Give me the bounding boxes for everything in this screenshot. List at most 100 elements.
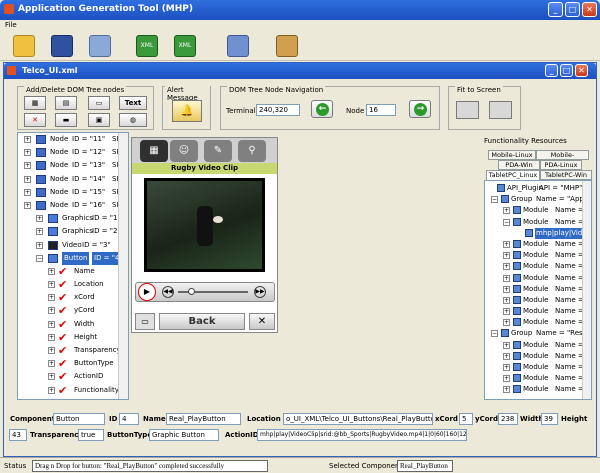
resource-item[interactable]: +ModuleName = "Set" — [485, 351, 591, 362]
resource-item[interactable]: −GroupName = "Application" — [485, 194, 591, 205]
expand-icon[interactable]: − — [503, 218, 510, 226]
forward-icon[interactable]: ▶▶ — [254, 286, 266, 298]
person-icon[interactable]: ☺ — [170, 140, 198, 162]
add-text-button[interactable]: Text — [119, 96, 147, 110]
edit-icon[interactable]: ✎ — [204, 140, 232, 162]
tab-tabletpc-linux[interactable]: TabletPC_Linux — [486, 170, 540, 180]
delete-icon[interactable]: ✕ — [24, 113, 46, 127]
expand-icon[interactable]: + — [48, 373, 55, 381]
expand-icon[interactable]: + — [503, 296, 510, 304]
resource-item[interactable]: +ModuleName = "Audio" — [485, 317, 591, 328]
resource-item[interactable]: +ModuleName = "Stop" — [485, 273, 591, 284]
expand-icon[interactable]: + — [503, 252, 510, 260]
tree-node[interactable]: +NodeID = "11"SRC — [18, 133, 128, 146]
add-bar-button[interactable]: ▬ — [55, 113, 77, 127]
tree-node[interactable]: + Graphics ID = "2" — [18, 225, 128, 238]
open-folder-icon[interactable] — [13, 35, 35, 57]
prev-node-button[interactable]: ← — [311, 100, 333, 118]
expand-icon[interactable]: + — [36, 228, 43, 236]
grid-app-icon[interactable]: ▦ — [140, 140, 168, 162]
rewind-icon[interactable]: ◀◀ — [162, 286, 174, 298]
expand-icon[interactable]: + — [48, 267, 55, 275]
id-field[interactable]: 4 — [119, 413, 139, 425]
tree-attribute[interactable]: + ✔ Functionality — [18, 384, 128, 397]
expand-icon[interactable]: + — [48, 386, 55, 394]
tree-attribute[interactable]: + ✔ ActionID — [18, 370, 128, 383]
add-plugin-button[interactable]: ◍ — [119, 113, 147, 127]
tree-node[interactable]: − Button ID = "4" — [18, 251, 128, 265]
expand-icon[interactable]: − — [491, 196, 498, 204]
expand-icon[interactable]: + — [36, 215, 43, 223]
expand-icon[interactable]: + — [24, 162, 31, 170]
resource-item[interactable]: API_Plugin API = "MHP" — [485, 183, 591, 194]
expand-icon[interactable]: − — [491, 330, 498, 338]
expand-icon[interactable]: + — [503, 341, 510, 349]
location-field[interactable]: o_UI_XML\Telco_UI_Buttons\Real_PlayButto… — [283, 413, 433, 425]
add-button-button[interactable]: ▭ — [88, 96, 110, 110]
fit-screen-button-2[interactable] — [489, 101, 512, 119]
terminal-field[interactable]: 240,320 — [256, 104, 300, 116]
buttontype-field[interactable]: Graphic Button — [149, 429, 219, 441]
expand-icon[interactable]: − — [36, 254, 43, 262]
xml-export-icon[interactable]: XML — [136, 35, 158, 57]
dom-tree-scrollbar[interactable] — [118, 133, 128, 399]
tab-pda-win[interactable]: PDA-Win — [498, 160, 540, 170]
tree-node[interactable]: + Graphics ID = "1" — [18, 212, 128, 225]
play-button[interactable]: ▶ — [138, 283, 156, 301]
back-button[interactable]: Back — [159, 313, 245, 330]
tree-node[interactable]: + Video ID = "3" — [18, 239, 128, 252]
tree-attribute[interactable]: + ✔ Transparency — [18, 344, 128, 357]
doc-maximize-button[interactable]: □ — [560, 64, 573, 77]
tree-attribute[interactable]: + ✔ Height — [18, 331, 128, 344]
resource-item[interactable]: +ModuleName = "Launch" — [485, 295, 591, 306]
expand-icon[interactable]: + — [503, 274, 510, 282]
transparency-field[interactable]: true — [78, 429, 104, 441]
resource-item[interactable]: −GroupName = "Resident" — [485, 328, 591, 339]
tree-node[interactable]: +NodeID = "13"SRC — [18, 159, 128, 172]
menu-icon[interactable]: ▭ — [135, 313, 155, 330]
resource-item[interactable]: +ModuleName = "Show" — [485, 239, 591, 250]
tree-attribute[interactable]: + ✔ ButtonType — [18, 357, 128, 370]
expand-icon[interactable]: + — [36, 241, 43, 249]
expand-icon[interactable]: + — [503, 308, 510, 316]
expand-icon[interactable]: + — [48, 333, 55, 341]
next-node-button[interactable]: → — [409, 100, 431, 118]
tab-mobile-linux[interactable]: Mobile-Linux — [488, 150, 536, 160]
node-field[interactable]: 16 — [366, 104, 396, 116]
expand-icon[interactable]: + — [503, 364, 510, 371]
alert-bell-icon[interactable]: 🔔 — [172, 100, 202, 122]
expand-icon[interactable]: + — [48, 307, 55, 315]
height-field[interactable]: 43 — [9, 429, 27, 441]
expand-icon[interactable]: + — [24, 149, 31, 157]
maximize-button[interactable]: □ — [565, 2, 580, 17]
resource-item[interactable]: +ModuleName = "Pro" — [485, 362, 591, 373]
resource-item[interactable]: mhp|play|VideoClip — [485, 227, 591, 239]
expand-icon[interactable]: + — [503, 319, 510, 327]
resource-item[interactable]: +ModuleName = "Ar" — [485, 384, 591, 395]
expand-icon[interactable]: + — [48, 320, 55, 328]
tab-mobile-symbian[interactable]: Mobile-Symbian — [536, 150, 589, 168]
tree-node[interactable]: +NodeID = "16"SRC — [18, 199, 128, 212]
resource-item[interactable]: −ModuleName = "Play" — [485, 217, 591, 228]
resource-item[interactable]: +ModuleName = "TV" — [485, 340, 591, 351]
tree-attribute[interactable]: + ✔ Name — [18, 265, 128, 278]
tab-tabletpc-win[interactable]: TabletPC-Win — [540, 170, 592, 180]
expand-icon[interactable]: + — [48, 294, 55, 302]
tab-pda-linux[interactable]: PDA-Linux — [540, 160, 582, 170]
resources-scrollbar[interactable] — [582, 181, 591, 399]
tree-node[interactable]: +NodeID = "12"SRC — [18, 146, 128, 159]
menu-file[interactable]: File — [5, 21, 17, 29]
add-graphics-button[interactable]: ▤ — [55, 96, 77, 110]
expand-icon[interactable]: + — [503, 263, 510, 271]
expand-icon[interactable]: + — [48, 347, 55, 354]
expand-icon[interactable]: + — [503, 240, 510, 248]
xml-import-icon[interactable]: XML — [174, 35, 196, 57]
xcord-field[interactable]: 5 — [459, 413, 473, 425]
close-button[interactable]: ✕ — [582, 2, 597, 17]
actionid-field[interactable]: mhp|play|VideoClip|srid:@bb_Sports|Rugby… — [257, 429, 467, 441]
expand-icon[interactable]: + — [503, 386, 510, 394]
minimize-button[interactable]: _ — [548, 2, 563, 17]
tree-attribute[interactable]: + ✔ Location — [18, 278, 128, 291]
expand-icon[interactable]: + — [24, 175, 31, 183]
resource-item[interactable]: +ModuleName = "Launch" — [485, 205, 591, 216]
